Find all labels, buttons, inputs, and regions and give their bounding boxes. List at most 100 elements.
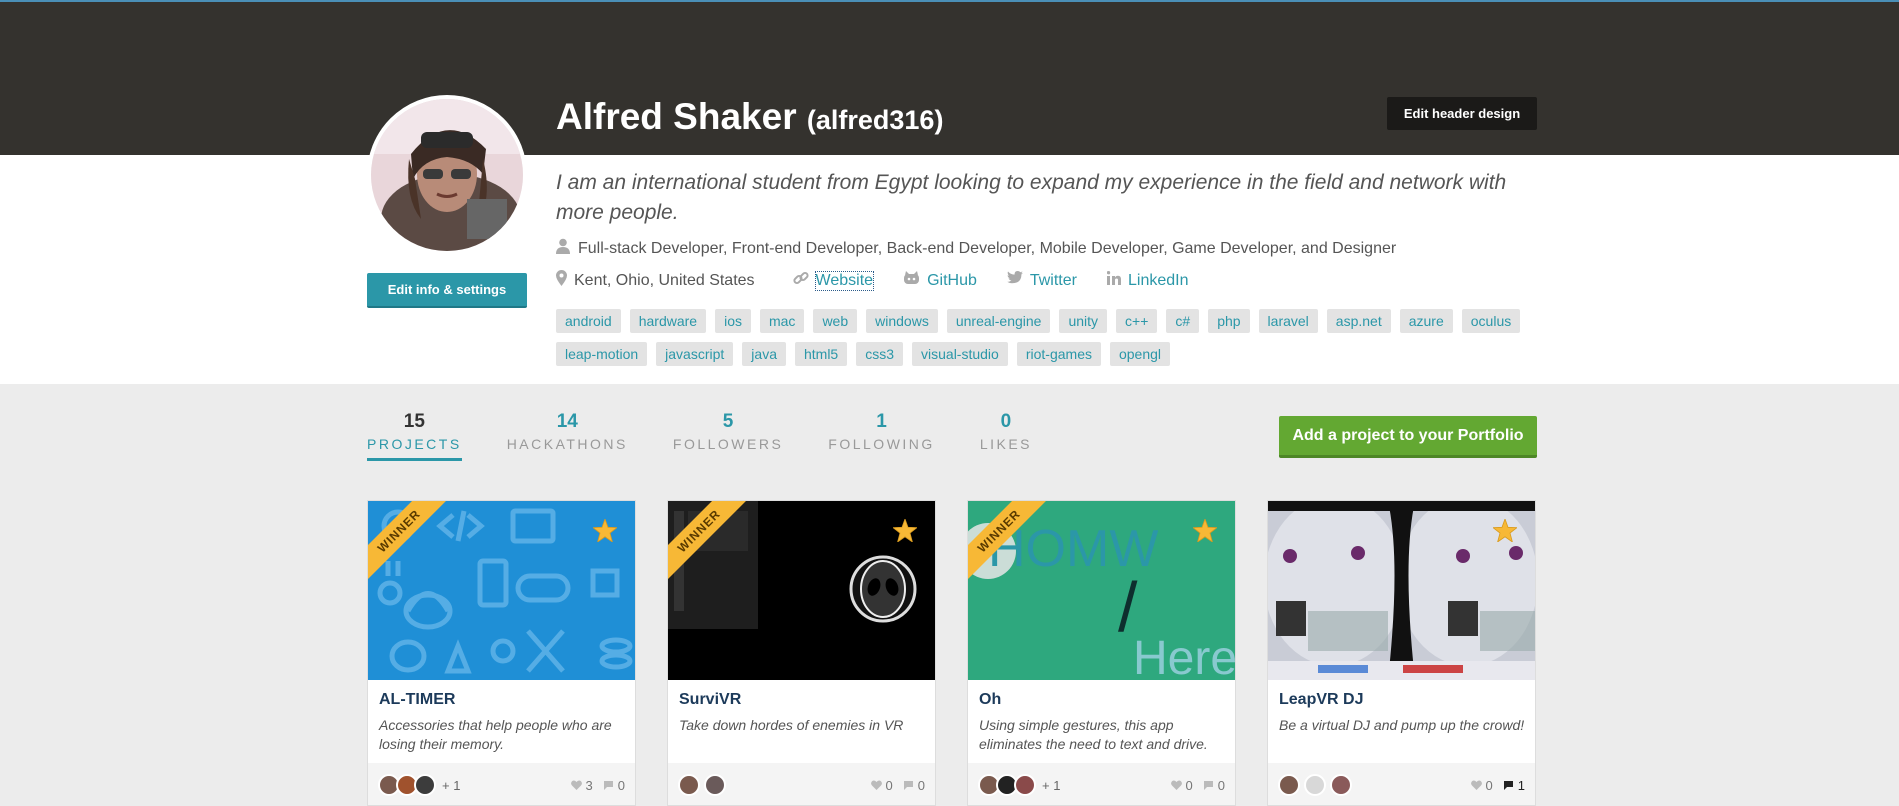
svg-text:Here: Here <box>1133 632 1235 680</box>
more-members[interactable]: + 1 <box>442 778 460 793</box>
project-counts: 0 0 <box>1161 778 1225 793</box>
likes-count[interactable]: 0 <box>1170 778 1193 793</box>
avatar[interactable] <box>678 774 700 796</box>
github-link-item[interactable]: GitHub <box>903 271 977 290</box>
avatar[interactable] <box>704 774 726 796</box>
avatar[interactable] <box>1330 774 1352 796</box>
profile-avatar[interactable] <box>367 95 527 255</box>
stat-label: PROJECTS <box>367 434 462 461</box>
edit-info-settings-button[interactable]: Edit info & settings <box>367 273 527 308</box>
tab-likes[interactable]: 0 LIKES <box>980 410 1032 461</box>
comments-count[interactable]: 1 <box>1503 778 1525 793</box>
project-description: Be a virtual DJ and pump up the crowd! <box>1279 717 1525 733</box>
project-counts: 3 0 <box>561 778 625 793</box>
tag-javascript[interactable]: javascript <box>656 342 734 366</box>
tab-projects[interactable]: 15 PROJECTS <box>367 410 462 461</box>
edit-header-design-button[interactable]: Edit header design <box>1387 97 1537 130</box>
likes-count[interactable]: 3 <box>570 778 593 793</box>
star-icon <box>1491 517 1519 547</box>
project-card-oh[interactable]: HOMW / Here WINNER Oh Using simple gestu… <box>967 500 1236 806</box>
stat-count: 14 <box>556 411 578 432</box>
linkedin-link[interactable]: LinkedIn <box>1128 272 1189 290</box>
tag-unreal-engine[interactable]: unreal-engine <box>946 309 1051 333</box>
tab-followers[interactable]: 5 FOLLOWERS <box>673 410 783 461</box>
project-footer: 0 0 <box>668 763 935 805</box>
twitter-link-item[interactable]: Twitter <box>1006 271 1077 290</box>
roles-text: Full-stack Developer, Front-end Develope… <box>578 239 1397 257</box>
comments-count[interactable]: 0 <box>903 778 925 793</box>
project-title[interactable]: Oh <box>979 691 1001 709</box>
avatar[interactable] <box>414 774 436 796</box>
tag-android[interactable]: android <box>556 309 621 333</box>
likes-count[interactable]: 0 <box>870 778 893 793</box>
project-title[interactable]: LeapVR DJ <box>1279 691 1363 709</box>
linkedin-link-item[interactable]: LinkedIn <box>1106 271 1189 290</box>
tab-following[interactable]: 1 FOLLOWING <box>828 410 935 461</box>
tag-web[interactable]: web <box>813 309 858 333</box>
tag-oculus[interactable]: oculus <box>1461 309 1521 333</box>
tag-unity[interactable]: unity <box>1059 309 1108 333</box>
twitter-link[interactable]: Twitter <box>1030 272 1077 290</box>
tag-azure[interactable]: azure <box>1399 309 1453 333</box>
tag-riot-games[interactable]: riot-games <box>1016 342 1101 366</box>
tag-laravel[interactable]: laravel <box>1258 309 1318 333</box>
comments-count[interactable]: 0 <box>1203 778 1225 793</box>
tag-css3[interactable]: css3 <box>856 342 904 366</box>
project-description: Using simple gestures, this app eliminat… <box>979 717 1208 752</box>
tag-c-[interactable]: c# <box>1166 309 1200 333</box>
project-card-survivr[interactable]: WINNER SurviVR Take down hordes of enemi… <box>667 500 936 806</box>
more-members[interactable]: + 1 <box>1042 778 1060 793</box>
tag-asp-net[interactable]: asp.net <box>1326 309 1391 333</box>
tag-mac[interactable]: mac <box>759 309 805 333</box>
comment-icon <box>903 781 913 790</box>
tag-opengl[interactable]: opengl <box>1109 342 1171 366</box>
tag-visual-studio[interactable]: visual-studio <box>912 342 1008 366</box>
add-project-button[interactable]: Add a project to your Portfolio <box>1279 416 1537 458</box>
tag-windows[interactable]: windows <box>866 309 938 333</box>
project-title[interactable]: AL-TIMER <box>379 691 455 709</box>
project-counts: 0 0 <box>861 778 925 793</box>
stat-count: 5 <box>722 411 734 432</box>
project-thumbnail[interactable]: HOMW / Here WINNER <box>968 501 1235 680</box>
tab-hackathons[interactable]: 14 HACKATHONS <box>507 410 628 461</box>
star-icon <box>891 517 919 547</box>
stat-count: 15 <box>403 411 425 432</box>
profile-full-name: Alfred Shaker <box>556 96 797 137</box>
tag-java[interactable]: java <box>742 342 786 366</box>
github-icon <box>903 271 920 290</box>
comment-icon <box>603 781 613 790</box>
project-description: Take down hordes of enemies in VR <box>679 717 904 733</box>
skill-tags: android hardware ios mac web windows unreal-en… <box>556 309 1546 375</box>
heart-icon <box>870 780 882 790</box>
website-link[interactable]: Website <box>814 270 875 291</box>
github-link[interactable]: GitHub <box>927 272 977 290</box>
project-thumbnail[interactable] <box>1268 501 1535 680</box>
tag-php[interactable]: php <box>1208 309 1250 333</box>
tag-hardware[interactable]: hardware <box>629 309 707 333</box>
tag-leap-motion[interactable]: leap-motion <box>556 342 648 366</box>
project-thumbnail[interactable]: WINNER <box>368 501 635 680</box>
comments-count[interactable]: 0 <box>603 778 625 793</box>
profile-links: Kent, Ohio, United States Website GitHub… <box>556 270 1218 291</box>
project-title[interactable]: SurviVR <box>679 691 741 709</box>
comment-icon <box>1203 781 1213 790</box>
stat-count: 1 <box>876 411 887 432</box>
profile-header-band <box>0 2 1899 155</box>
avatar[interactable] <box>1014 774 1036 796</box>
project-thumbnail[interactable]: WINNER <box>668 501 935 680</box>
avatar[interactable] <box>1304 774 1326 796</box>
project-description: Accessories that help people who are los… <box>379 717 612 752</box>
project-card-leapvr-dj[interactable]: LeapVR DJ Be a virtual DJ and pump up th… <box>1267 500 1536 806</box>
tag-c-[interactable]: c++ <box>1116 309 1158 333</box>
stat-count: 0 <box>1000 411 1012 432</box>
profile-bio: I am an international student from Egypt… <box>556 171 1507 224</box>
likes-count[interactable]: 0 <box>1470 778 1493 793</box>
project-card-al-timer[interactable]: WINNER AL-TIMER Accessories that help pe… <box>367 500 636 806</box>
location-text: Kent, Ohio, United States <box>574 271 755 289</box>
tag-ios[interactable]: ios <box>715 309 751 333</box>
avatar[interactable] <box>1278 774 1300 796</box>
linkedin-icon <box>1106 271 1121 290</box>
tag-html5[interactable]: html5 <box>794 342 848 366</box>
stat-label: FOLLOWING <box>828 436 935 452</box>
website-link-item[interactable]: Website <box>792 270 875 291</box>
